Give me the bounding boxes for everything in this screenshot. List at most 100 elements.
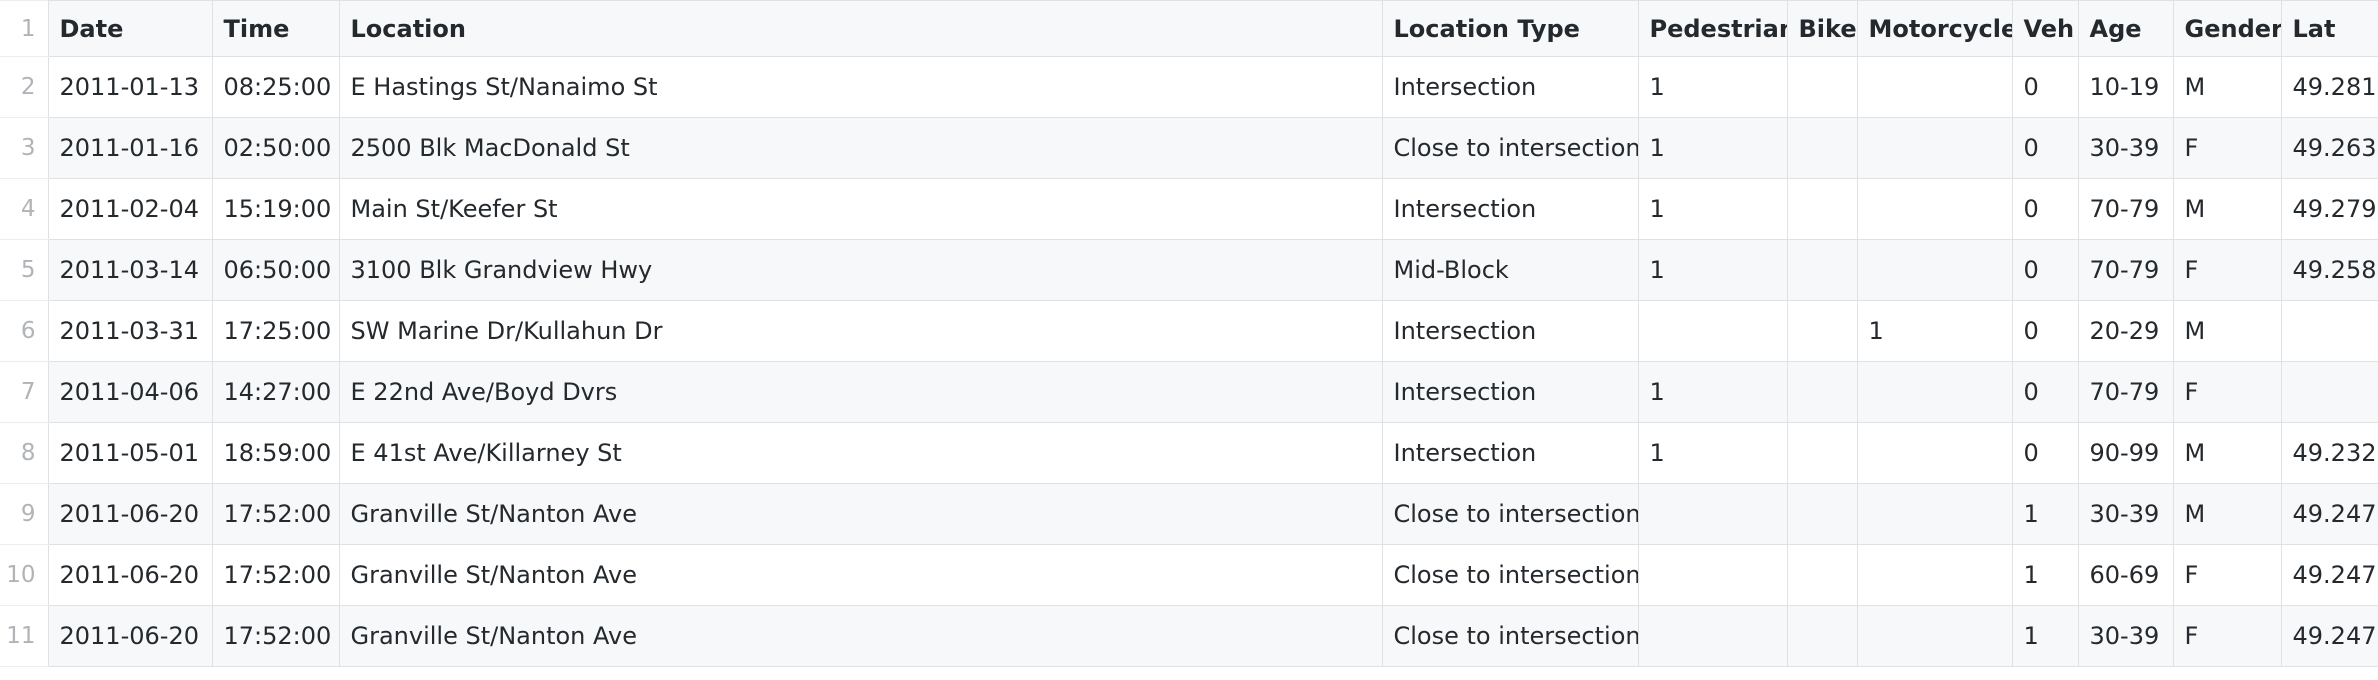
line-number: 5 xyxy=(0,239,49,301)
cell-age: 20-29 xyxy=(2077,300,2174,362)
cell-motorcycle xyxy=(1856,422,2013,484)
cell-age: 30-39 xyxy=(2077,605,2174,667)
table-row[interactable]: 6 2011-03-31 17:25:00 SW Marine Dr/Kullahun… xyxy=(0,300,2378,362)
cell-veh: 0 xyxy=(2011,422,2079,484)
cell-gender: M xyxy=(2172,300,2282,362)
column-header-age[interactable]: Age xyxy=(2077,0,2174,57)
cell-pedestrian: 1 xyxy=(1637,117,1788,179)
cell-pedestrian: 1 xyxy=(1637,361,1788,423)
cell-location-type: Intersection xyxy=(1381,178,1639,240)
cell-pedestrian xyxy=(1637,300,1788,362)
table-body: 2 2011-01-13 08:25:00 E Hastings St/Nanaimo… xyxy=(0,56,2378,667)
cell-date: 2011-06-20 xyxy=(47,605,213,667)
cell-gender: F xyxy=(2172,605,2282,667)
cell-location: E 22nd Ave/Boyd Dvrs xyxy=(338,361,1383,423)
cell-time: 14:27:00 xyxy=(211,361,340,423)
cell-pedestrian: 1 xyxy=(1637,178,1788,240)
cell-bike xyxy=(1786,605,1858,667)
cell-location: Main St/Keefer St xyxy=(338,178,1383,240)
cell-location-type: Intersection xyxy=(1381,300,1639,362)
cell-lat: 49.232 xyxy=(2280,422,2378,484)
cell-gender: M xyxy=(2172,483,2282,545)
cell-time: 17:52:00 xyxy=(211,605,340,667)
column-header-motorcycle[interactable]: Motorcycle xyxy=(1856,0,2013,57)
cell-date: 2011-06-20 xyxy=(47,483,213,545)
cell-age: 10-19 xyxy=(2077,56,2174,118)
cell-location-type: Intersection xyxy=(1381,361,1639,423)
line-number: 4 xyxy=(0,178,49,240)
column-header-veh[interactable]: Veh xyxy=(2011,0,2079,57)
cell-gender: F xyxy=(2172,117,2282,179)
cell-bike xyxy=(1786,117,1858,179)
cell-time: 17:52:00 xyxy=(211,483,340,545)
table-row[interactable]: 9 2011-06-20 17:52:00 Granville St/Nanton A… xyxy=(0,483,2378,545)
cell-date: 2011-04-06 xyxy=(47,361,213,423)
cell-motorcycle xyxy=(1856,361,2013,423)
cell-lat: 49.279 xyxy=(2280,178,2378,240)
table-row[interactable]: 2 2011-01-13 08:25:00 E Hastings St/Nanaimo… xyxy=(0,56,2378,118)
cell-bike xyxy=(1786,544,1858,606)
cell-lat: 49.263 xyxy=(2280,117,2378,179)
cell-pedestrian xyxy=(1637,483,1788,545)
cell-bike xyxy=(1786,361,1858,423)
cell-date: 2011-02-04 xyxy=(47,178,213,240)
cell-bike xyxy=(1786,300,1858,362)
cell-age: 30-39 xyxy=(2077,117,2174,179)
column-header-bike[interactable]: Bike xyxy=(1786,0,1858,57)
cell-location-type: Close to intersection xyxy=(1381,544,1639,606)
cell-time: 06:50:00 xyxy=(211,239,340,301)
cell-location-type: Mid-Block xyxy=(1381,239,1639,301)
line-number: 3 xyxy=(0,117,49,179)
cell-gender: M xyxy=(2172,178,2282,240)
cell-lat: 49.281 xyxy=(2280,56,2378,118)
cell-bike xyxy=(1786,178,1858,240)
cell-location-type: Close to intersection xyxy=(1381,117,1639,179)
cell-veh: 1 xyxy=(2011,544,2079,606)
cell-veh: 0 xyxy=(2011,239,2079,301)
cell-motorcycle xyxy=(1856,605,2013,667)
cell-pedestrian: 1 xyxy=(1637,422,1788,484)
table-row[interactable]: 7 2011-04-06 14:27:00 E 22nd Ave/Boyd Dvrs I… xyxy=(0,361,2378,423)
column-header-date[interactable]: Date xyxy=(47,0,213,57)
table-row[interactable]: 11 2011-06-20 17:52:00 Granville St/Nanton … xyxy=(0,605,2378,667)
cell-lat: 49.247 xyxy=(2280,605,2378,667)
cell-motorcycle: 1 xyxy=(1856,300,2013,362)
cell-location-type: Intersection xyxy=(1381,56,1639,118)
table-row[interactable]: 3 2011-01-16 02:50:00 2500 Blk MacDonald St… xyxy=(0,117,2378,179)
cell-time: 17:25:00 xyxy=(211,300,340,362)
cell-date: 2011-01-16 xyxy=(47,117,213,179)
cell-location: E Hastings St/Nanaimo St xyxy=(338,56,1383,118)
line-number: 7 xyxy=(0,361,49,423)
table-row[interactable]: 8 2011-05-01 18:59:00 E 41st Ave/Killarney … xyxy=(0,422,2378,484)
cell-veh: 0 xyxy=(2011,178,2079,240)
cell-location-type: Close to intersection xyxy=(1381,605,1639,667)
cell-age: 90-99 xyxy=(2077,422,2174,484)
cell-pedestrian xyxy=(1637,544,1788,606)
line-number: 1 xyxy=(0,0,49,57)
column-header-lat[interactable]: Lat xyxy=(2280,0,2378,57)
cell-veh: 0 xyxy=(2011,361,2079,423)
cell-date: 2011-03-14 xyxy=(47,239,213,301)
column-header-location-type[interactable]: Location Type xyxy=(1381,0,1639,57)
cell-veh: 1 xyxy=(2011,605,2079,667)
cell-date: 2011-01-13 xyxy=(47,56,213,118)
line-number: 2 xyxy=(0,56,49,118)
line-number: 10 xyxy=(0,544,49,606)
column-header-pedestrian[interactable]: Pedestrian xyxy=(1637,0,1788,57)
cell-pedestrian: 1 xyxy=(1637,239,1788,301)
cell-time: 02:50:00 xyxy=(211,117,340,179)
cell-time: 08:25:00 xyxy=(211,56,340,118)
cell-time: 15:19:00 xyxy=(211,178,340,240)
cell-location: Granville St/Nanton Ave xyxy=(338,544,1383,606)
column-header-time[interactable]: Time xyxy=(211,0,340,57)
table-row[interactable]: 5 2011-03-14 06:50:00 3100 Blk Grandview Hw… xyxy=(0,239,2378,301)
cell-location: 2500 Blk MacDonald St xyxy=(338,117,1383,179)
column-header-gender[interactable]: Gender xyxy=(2172,0,2282,57)
line-number: 9 xyxy=(0,483,49,545)
cell-lat: 49.247 xyxy=(2280,483,2378,545)
table-row[interactable]: 4 2011-02-04 15:19:00 Main St/Keefer St Inte… xyxy=(0,178,2378,240)
table-row[interactable]: 10 2011-06-20 17:52:00 Granville St/Nanton … xyxy=(0,544,2378,606)
header-row: 1 Date Time Location Location Type Pedes… xyxy=(0,0,2378,57)
cell-location: 3100 Blk Grandview Hwy xyxy=(338,239,1383,301)
column-header-location[interactable]: Location xyxy=(338,0,1383,57)
